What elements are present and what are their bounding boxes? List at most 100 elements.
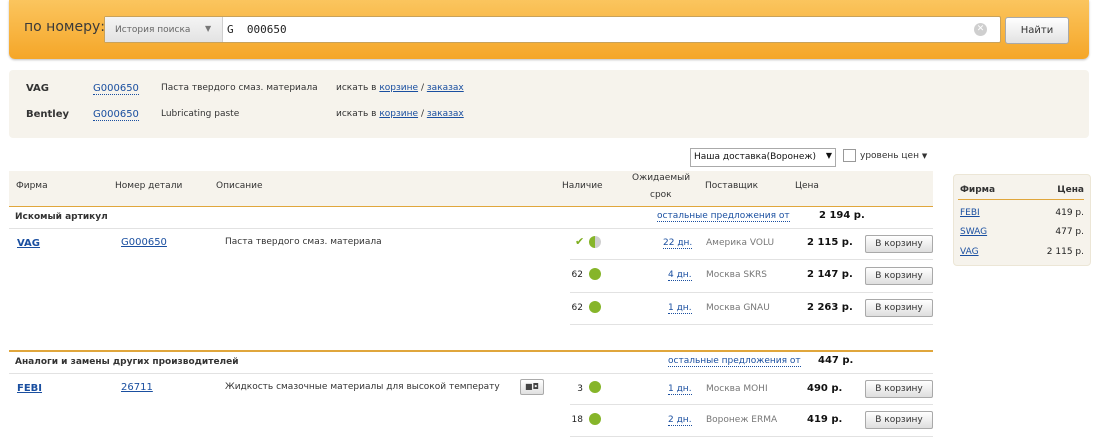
delivery-select[interactable]: Наша доставка(Воронеж) ▼: [690, 148, 836, 167]
offer-price: 2 147 р.: [807, 269, 853, 280]
delivery-selected: Наша доставка(Воронеж): [694, 152, 817, 162]
row-divider: [570, 436, 933, 437]
availability-indicator-icon: [589, 236, 601, 248]
add-to-cart-button[interactable]: В корзину: [865, 235, 933, 253]
col-price: Цена: [795, 181, 819, 191]
search-input[interactable]: [227, 20, 967, 38]
offer-row: 62 1 дн. Москва GNAU 2 263 р. В корзину: [9, 293, 933, 325]
col-expected-2: срок: [650, 190, 672, 200]
summary-col-price: Цена: [1057, 185, 1084, 195]
summary-price: 419 р.: [1055, 208, 1084, 218]
delivery-days-link[interactable]: 4 дн.: [668, 270, 692, 281]
other-offers-link[interactable]: остальные предложения от: [657, 211, 790, 222]
best-price: 2 194 р.: [819, 210, 865, 221]
found-description: Паста твердого смаз. материала: [161, 83, 318, 93]
search-label: по номеру:: [24, 19, 105, 35]
chevron-down-icon: ▼: [825, 151, 832, 160]
chevron-down-icon: ▼: [205, 24, 212, 33]
other-offers-link[interactable]: остальные предложения от: [668, 356, 801, 367]
supplier: Москва MOHI: [706, 384, 768, 394]
clear-icon[interactable]: ✕: [974, 23, 987, 36]
offer-row: 18 2 дн. Воронеж ERMA 419 р. В корзину: [9, 405, 933, 437]
availability-indicator-icon: [589, 301, 601, 313]
cart-link[interactable]: корзине: [379, 83, 418, 93]
offer-price: 2 263 р.: [807, 302, 853, 313]
price-level-checkbox[interactable]: [843, 149, 856, 162]
found-brand: Bentley: [26, 109, 70, 120]
col-description: Описание: [216, 181, 263, 191]
stock-quantity: 62: [571, 303, 583, 313]
stock-quantity: 3: [577, 384, 583, 394]
offer-number-link[interactable]: 26711: [121, 382, 153, 393]
delivery-days-link[interactable]: 2 дн.: [668, 415, 692, 426]
availability-indicator-icon: [589, 268, 601, 280]
row-divider: [570, 324, 933, 325]
section-row: Аналоги и замены других производителей о…: [9, 352, 933, 374]
found-articles: VAG G000650 Паста твердого смаз. материа…: [9, 70, 1089, 138]
section-row: Искомый артикул остальные предложения от…: [9, 207, 933, 229]
offer-brand-link[interactable]: FEBI: [17, 383, 42, 394]
stock-quantity: 18: [571, 415, 583, 425]
offer-description: Паста твердого смаз. материала: [225, 237, 382, 247]
summary-price: 2 115 р.: [1046, 247, 1084, 257]
summary-col-brand: Фирма: [960, 185, 996, 195]
add-to-cart-button[interactable]: В корзину: [865, 411, 933, 429]
offer-row: FEBI 26711 Жидкость смазочные материалы …: [9, 374, 933, 406]
supplier: Воронеж ERMA: [706, 415, 778, 425]
delivery-days-link[interactable]: 1 дн.: [668, 384, 692, 395]
summary-brand-link[interactable]: FEBI: [960, 208, 980, 218]
orders-link[interactable]: заказах: [427, 83, 464, 93]
add-to-cart-button[interactable]: В корзину: [865, 380, 933, 398]
search-box: История поиска ▼ ✕: [104, 16, 1001, 43]
price-summary-panel: Фирма Цена FEBI 419 р. SWAG 477 р. VAG 2…: [953, 174, 1091, 266]
find-button[interactable]: Найти: [1005, 17, 1069, 44]
found-row: VAG G000650 Паста твердого смаз. материа…: [9, 80, 1089, 100]
table-header: Фирма Номер детали Описание Наличие Ожид…: [9, 171, 933, 207]
summary-brand-link[interactable]: SWAG: [960, 227, 987, 237]
summary-brand-link[interactable]: VAG: [960, 247, 979, 257]
search-history-dropdown[interactable]: История поиска ▼: [105, 17, 223, 42]
offer-price: 490 р.: [807, 383, 843, 394]
col-brand: Фирма: [16, 181, 48, 191]
supplier: Москва GNAU: [706, 303, 770, 313]
offer-brand-link[interactable]: VAG: [17, 238, 40, 249]
offer-number-link[interactable]: G000650: [121, 237, 167, 248]
supplier: Америка VOLU: [706, 238, 775, 248]
in-stock-check-icon: ✔: [575, 235, 585, 248]
found-brand: VAG: [26, 83, 50, 94]
offer-row: VAG G000650 Паста твердого смаз. материа…: [9, 229, 933, 261]
search-history-label: История поиска: [115, 25, 191, 35]
found-links: искать в корзине / заказах: [336, 109, 464, 119]
delivery-days-link[interactable]: 22 дн.: [663, 238, 693, 249]
offer-description: Жидкость смазочные материалы для высокой…: [225, 382, 500, 392]
cart-link[interactable]: корзине: [379, 109, 418, 119]
summary-separator: [958, 199, 1084, 200]
best-price: 447 р.: [818, 355, 854, 366]
offer-row: 62 4 дн. Москва SKRS 2 147 р. В корзину: [9, 260, 933, 292]
add-to-cart-button[interactable]: В корзину: [865, 267, 933, 285]
col-supplier: Поставщик: [705, 181, 759, 191]
supplier: Москва SKRS: [706, 270, 767, 280]
price-level-label: уровень цен: [860, 151, 919, 161]
caret-down-icon: ▼: [921, 152, 928, 160]
orders-link[interactable]: заказах: [427, 109, 464, 119]
section-title: Аналоги и замены других производителей: [15, 357, 239, 367]
delivery-days-link[interactable]: 1 дн.: [668, 303, 692, 314]
availability-indicator-icon: [589, 413, 601, 425]
found-row: Bentley G000650 Lubricating paste искать…: [9, 106, 1089, 126]
found-number-link[interactable]: G000650: [93, 83, 139, 95]
stock-quantity: 62: [571, 270, 583, 280]
search-in-label: искать в: [336, 109, 377, 119]
found-number-link[interactable]: G000650: [93, 109, 139, 121]
offer-price: 2 115 р.: [807, 237, 853, 248]
price-level-toggle[interactable]: уровень цен ▼: [843, 149, 927, 162]
section-title: Искомый артикул: [15, 212, 108, 222]
add-to-cart-button[interactable]: В корзину: [865, 299, 933, 317]
found-description: Lubricating paste: [161, 109, 240, 119]
availability-indicator-icon: [589, 381, 601, 393]
search-bar: по номеру: История поиска ▼ ✕ Найти: [9, 0, 1089, 59]
link-separator: /: [420, 83, 424, 93]
link-separator: /: [420, 109, 424, 119]
offer-price: 419 р.: [807, 414, 843, 425]
camera-icon[interactable]: ■◘: [520, 379, 544, 395]
